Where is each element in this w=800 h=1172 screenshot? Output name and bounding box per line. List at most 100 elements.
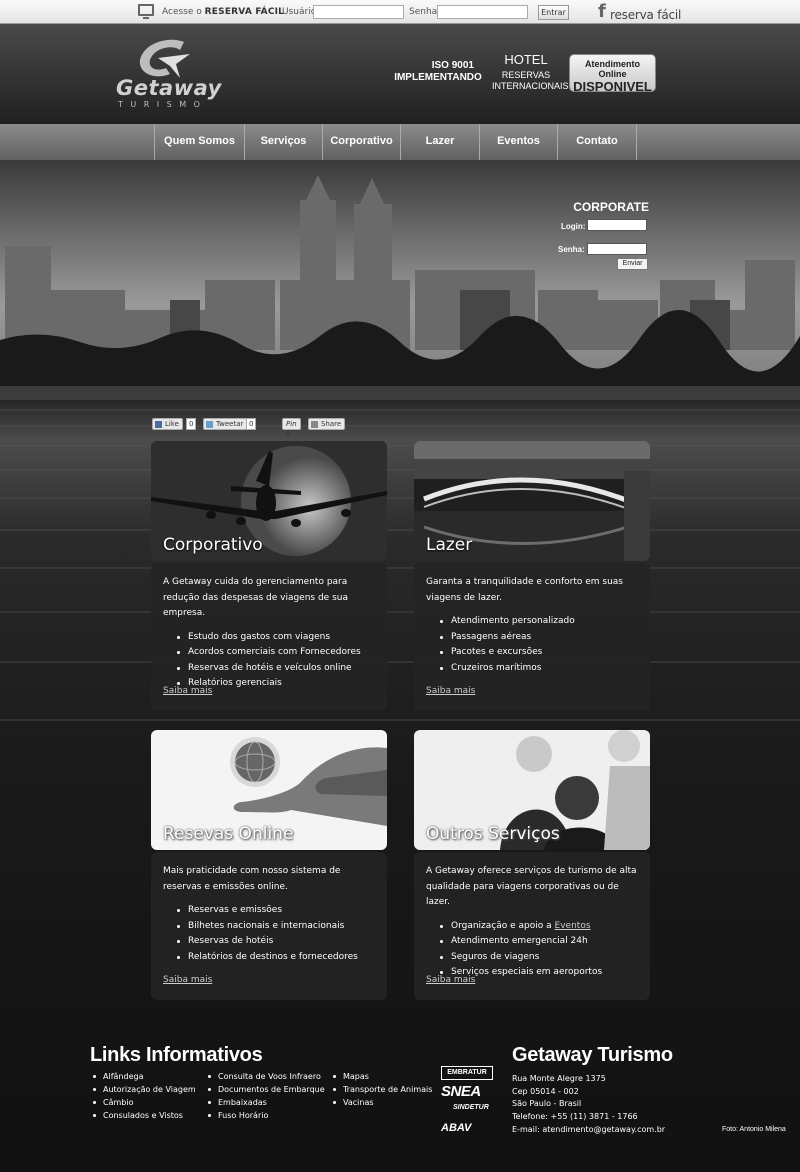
list-item: Atendimento personalizado: [440, 614, 640, 630]
links-column-3: Mapas Transporte de Animais Vacinas: [330, 1070, 432, 1109]
tweet-label: Tweetar: [216, 420, 244, 428]
card-body: Mais praticidade com nosso sistema de re…: [151, 852, 387, 1000]
list-item: Reservas de hotéis e veículos online: [177, 661, 377, 677]
iso-badge: ISO 9001 IMPLEMENTANDO: [392, 60, 484, 84]
nav-item-contato[interactable]: Contato: [558, 124, 637, 160]
photo-credit: Foto: Antonio Milena: [722, 1126, 786, 1133]
city-skyline-image: [0, 160, 800, 400]
card-intro: Garanta a tranquilidade e conforto em su…: [426, 577, 623, 603]
water-reflection-image: [0, 409, 800, 721]
footer-link[interactable]: Transporte de Animais: [330, 1083, 432, 1096]
tweet-count: 0: [246, 418, 257, 430]
corporate-title: CORPORATE: [573, 200, 649, 214]
association-logos: EMBRATUR SNEA SINDETUR ABAV: [441, 1066, 495, 1142]
card-body: A Getaway cuida do gerenciamento para re…: [151, 563, 387, 711]
nav-item-lazer[interactable]: Lazer: [401, 124, 480, 160]
card-image-title: Outros Serviços: [426, 824, 560, 844]
hotel-badge[interactable]: HOTEL RESERVAS INTERNACIONAIS: [492, 52, 569, 92]
password-label: Senha:: [409, 7, 441, 17]
list-item: Organização e apoio a Eventos: [440, 919, 640, 935]
saiba-mais-link[interactable]: Saiba mais: [426, 973, 475, 989]
share-button[interactable]: Share: [308, 418, 346, 430]
corporate-submit-button[interactable]: Enviar: [617, 258, 648, 270]
logo-sub: TURISMO: [118, 100, 208, 109]
getaway-logo[interactable]: Getaway TURISMO: [116, 38, 221, 118]
reserva-facil-bar: Acesse o RESERVA FÁCIL Usuário: Senha: E…: [0, 0, 800, 24]
list-item: Atendimento emergencial 24h: [440, 934, 640, 950]
password-input[interactable]: [437, 5, 528, 19]
corporate-password-label: Senha:: [558, 245, 585, 254]
access-text: Acesse o RESERVA FÁCIL: [162, 7, 284, 17]
iso-line-2: IMPLEMENTANDO: [394, 72, 482, 83]
corporate-login-input[interactable]: [587, 219, 647, 231]
nav-item-servicos[interactable]: Serviços: [245, 124, 323, 160]
email-text[interactable]: E-mail: atendimento@getaway.com.br: [512, 1124, 673, 1137]
footer-link[interactable]: Autorização de Viagem: [90, 1083, 196, 1096]
footer-link[interactable]: Alfândega: [90, 1070, 196, 1083]
footer-link[interactable]: Mapas: [330, 1070, 432, 1083]
card-image-title: Resevas Online: [163, 824, 294, 844]
sindetur-logo: SINDETUR: [453, 1104, 489, 1111]
tweet-button[interactable]: Tweetar: [203, 418, 248, 430]
like-count: 0: [186, 418, 197, 430]
card-image-title: Corporativo: [163, 535, 263, 555]
list-item: Passagens aéreas: [440, 630, 640, 646]
footer-link[interactable]: Embaixadas: [205, 1096, 325, 1109]
corporate-login-form: CORPORATE Login: Senha: Enviar: [540, 200, 652, 272]
nav-item-quem-somos[interactable]: Quem Somos: [155, 124, 245, 160]
list-item: Cruzeiros marítimos: [440, 661, 640, 677]
hotel-line-2: RESERVAS: [501, 70, 551, 80]
iso-line-1: ISO 9001: [431, 60, 474, 71]
site-header: Getaway TURISMO ISO 9001 IMPLEMENTANDO H…: [0, 24, 800, 124]
company-name: Getaway Turismo: [512, 1044, 673, 1066]
hotel-title: HOTEL: [504, 52, 548, 67]
saiba-mais-link[interactable]: Saiba mais: [426, 684, 475, 700]
card-intro: A Getaway cuida do gerenciamento para re…: [163, 577, 348, 618]
address-line: Rua Monte Alegre 1375: [512, 1074, 606, 1083]
reserva-facil-f-icon: f: [598, 1, 606, 22]
list-item: Reservas de hotéis: [177, 934, 377, 950]
corporate-login-label: Login:: [561, 222, 586, 231]
pinit-button[interactable]: Pin it: [282, 418, 301, 438]
share-label: Share: [321, 420, 342, 428]
online-label: Atendimento Online: [585, 59, 640, 79]
logo-word: Getaway: [116, 76, 222, 100]
links-column-1: Alfândega Autorização de Viagem Câmbio C…: [90, 1070, 196, 1122]
embratur-logo: EMBRATUR: [441, 1066, 493, 1080]
card-intro: Mais praticidade com nosso sistema de re…: [163, 866, 341, 892]
abav-logo: ABAV: [441, 1122, 472, 1134]
list-item-text: Organização e apoio a: [451, 920, 552, 931]
footer-link[interactable]: Documentos de Embarque: [205, 1083, 325, 1096]
phone-text: Telefone: +55 (11) 3871 - 1766: [512, 1112, 638, 1122]
nav-item-eventos[interactable]: Eventos: [480, 124, 558, 160]
card-image-airplane[interactable]: Corporativo: [151, 441, 387, 561]
list-item: Acordos comerciais com Fornecedores: [177, 645, 377, 661]
monitor-icon: [138, 4, 154, 19]
card-image-bridge[interactable]: Lazer: [414, 441, 650, 561]
online-support-button[interactable]: Atendimento Online DISPONIVEL: [569, 54, 656, 94]
reserva-facil-logo-text: reserva fácil: [610, 8, 682, 22]
twitter-icon: [206, 421, 213, 428]
list-item: Seguros de viagens: [440, 950, 640, 966]
footer-link[interactable]: Câmbio: [90, 1096, 196, 1109]
eventos-link[interactable]: Eventos: [555, 921, 591, 931]
footer-link[interactable]: Consulados e Vistos: [90, 1109, 196, 1122]
main-nav: Quem Somos Serviços Corporativo Lazer Ev…: [0, 124, 800, 160]
card-image-call-center[interactable]: Outros Serviços: [414, 730, 650, 850]
saiba-mais-link[interactable]: Saiba mais: [163, 684, 212, 700]
share-icon: [311, 421, 318, 428]
footer-link[interactable]: Consulta de Voos Infraero: [205, 1070, 325, 1083]
nav-item-corporativo[interactable]: Corporativo: [323, 124, 401, 160]
list-item: Relatórios de destinos e fornecedores: [177, 950, 377, 966]
login-submit-button[interactable]: Entrar: [538, 5, 569, 20]
card-image-hand-globe[interactable]: Resevas Online: [151, 730, 387, 850]
corporate-password-input[interactable]: [587, 243, 647, 255]
facebook-like-button[interactable]: Like: [152, 418, 183, 430]
footer-link[interactable]: Vacinas: [330, 1096, 432, 1109]
company-info: Getaway Turismo Rua Monte Alegre 1375 Ce…: [512, 1044, 673, 1137]
snea-logo: SNEA: [441, 1083, 481, 1100]
access-prefix: Acesse o: [162, 7, 202, 17]
footer-link[interactable]: Fuso Horário: [205, 1109, 325, 1122]
saiba-mais-link[interactable]: Saiba mais: [163, 973, 212, 989]
user-input[interactable]: [313, 5, 404, 19]
